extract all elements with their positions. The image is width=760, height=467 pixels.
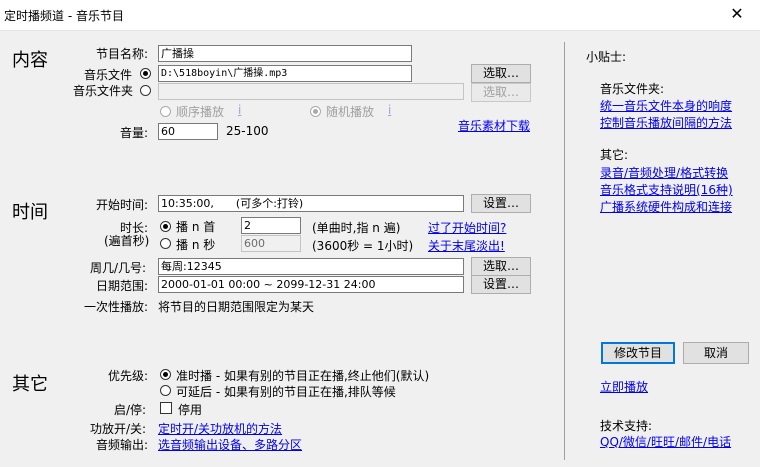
sequential-radio[interactable] — [160, 106, 171, 117]
play-n-seconds-radio[interactable] — [160, 238, 171, 249]
tip-link-formats[interactable]: 音乐格式支持说明(16种) — [600, 181, 733, 198]
weekday-select-button[interactable]: 选取… — [471, 257, 531, 276]
section-content: 内容 — [12, 50, 48, 71]
fade-out-link[interactable]: 关于末尾淡出! — [428, 237, 505, 254]
amp-link[interactable]: 定时开/关功放机的方法 — [158, 420, 282, 437]
volume-range: 25-100 — [226, 124, 269, 138]
title-bar: 定时播频道 - 音乐节目 ✕ — [0, 0, 760, 31]
audio-out-link[interactable]: 选音频输出设备、多路分区 — [158, 436, 302, 453]
date-range-label: 日期范围: — [96, 279, 149, 293]
volume-input[interactable]: 60 — [158, 123, 218, 140]
browse-file-button[interactable]: 选取… — [471, 64, 531, 83]
tips-divider — [564, 42, 565, 460]
random-label: 随机播放 — [326, 105, 375, 119]
music-file-label: 音乐文件 — [84, 68, 133, 82]
weekday-label: 周几/几号: — [90, 261, 147, 275]
sequential-label: 顺序播放 — [176, 105, 225, 119]
play-n-songs-radio[interactable] — [160, 221, 171, 232]
date-range-settings-button[interactable]: 设置… — [471, 275, 531, 294]
disable-label: 停用 — [178, 403, 203, 417]
music-download-link[interactable]: 音乐素材下载 — [458, 117, 530, 134]
missed-start-link[interactable]: 过了开始时间? — [428, 219, 506, 236]
n-seconds-input[interactable]: 600 — [241, 235, 301, 252]
window-title: 定时播频道 - 音乐节目 — [4, 9, 124, 23]
music-file-input[interactable]: D:\518boyin\广播操.mp3 — [158, 65, 412, 82]
amp-label: 功放开/关: — [90, 422, 147, 436]
volume-label: 音量: — [120, 126, 149, 140]
tip-link-hardware[interactable]: 广播系统硬件构成和连接 — [600, 198, 732, 215]
tip-link-interval[interactable]: 控制音乐播放间隔的方法 — [600, 114, 732, 131]
play-now-link[interactable]: 立即播放 — [600, 378, 648, 395]
tip-link-recording[interactable]: 录音/音频处理/格式转换 — [600, 164, 728, 181]
duration-sublabel: (遍首秒) — [104, 234, 150, 248]
one-time-label: 一次性播放: — [84, 300, 149, 314]
priority-on-time-label: 准时播 - 如果有别的节目正在播,终止他们(默认) — [176, 369, 430, 383]
browse-folder-button[interactable]: 选取… — [471, 83, 531, 102]
priority-delay-label: 可延后 - 如果有别的节目正在播,排队等候 — [176, 385, 396, 399]
name-label: 节目名称: — [96, 47, 149, 61]
support-label: 技术支持: — [600, 419, 653, 433]
priority-on-time-radio[interactable] — [160, 369, 171, 380]
enable-label: 启/停: — [114, 403, 147, 417]
cancel-button[interactable]: 取消 — [683, 342, 749, 364]
priority-delay-radio[interactable] — [160, 385, 171, 396]
modify-button[interactable]: 修改节目 — [601, 342, 675, 364]
music-folder-radio[interactable] — [140, 85, 151, 96]
name-input[interactable]: 广播操 — [158, 45, 412, 62]
play-n-seconds-label: 播 n 秒 — [176, 238, 216, 252]
music-folder-label: 音乐文件夹 — [73, 84, 134, 98]
n-seconds-hint: (3600秒 = 1小时) — [312, 239, 414, 253]
start-time-settings-button[interactable]: 设置… — [471, 194, 531, 213]
tip-link-loudness[interactable]: 统一音乐文件本身的响度 — [600, 97, 732, 114]
section-time: 时间 — [12, 202, 48, 223]
random-info-icon[interactable]: i — [388, 103, 391, 117]
start-time-input[interactable]: 10:35:00, (可多个:打铃) — [158, 195, 464, 212]
disable-checkbox[interactable] — [160, 402, 172, 414]
tips-folder-heading: 音乐文件夹: — [600, 82, 665, 96]
sequential-info-icon[interactable]: i — [238, 103, 241, 117]
play-n-songs-label: 播 n 首 — [176, 220, 216, 234]
n-songs-hint: (单曲时,指 n 遍) — [312, 221, 401, 235]
start-time-label: 开始时间: — [96, 198, 149, 212]
date-range-input[interactable]: 2000-01-01 00:00 ~ 2099-12-31 24:00 — [158, 276, 464, 293]
weekday-input[interactable]: 每周:12345 — [158, 258, 464, 275]
one-time-text: 将节目的日期范围限定为某天 — [158, 300, 315, 314]
section-other: 其它 — [12, 374, 48, 395]
tips-title: 小贴士: — [586, 50, 627, 64]
close-icon[interactable]: ✕ — [714, 0, 760, 30]
tips-other-heading: 其它: — [600, 148, 629, 162]
random-radio[interactable] — [310, 106, 321, 117]
n-songs-input[interactable]: 2 — [241, 217, 301, 234]
music-file-radio[interactable] — [140, 68, 151, 79]
audio-out-label: 音频输出: — [96, 438, 149, 452]
music-folder-input[interactable] — [158, 83, 464, 100]
support-link[interactable]: QQ/微信/旺旺/邮件/电话 — [600, 433, 731, 450]
priority-label: 优先级: — [108, 369, 149, 383]
